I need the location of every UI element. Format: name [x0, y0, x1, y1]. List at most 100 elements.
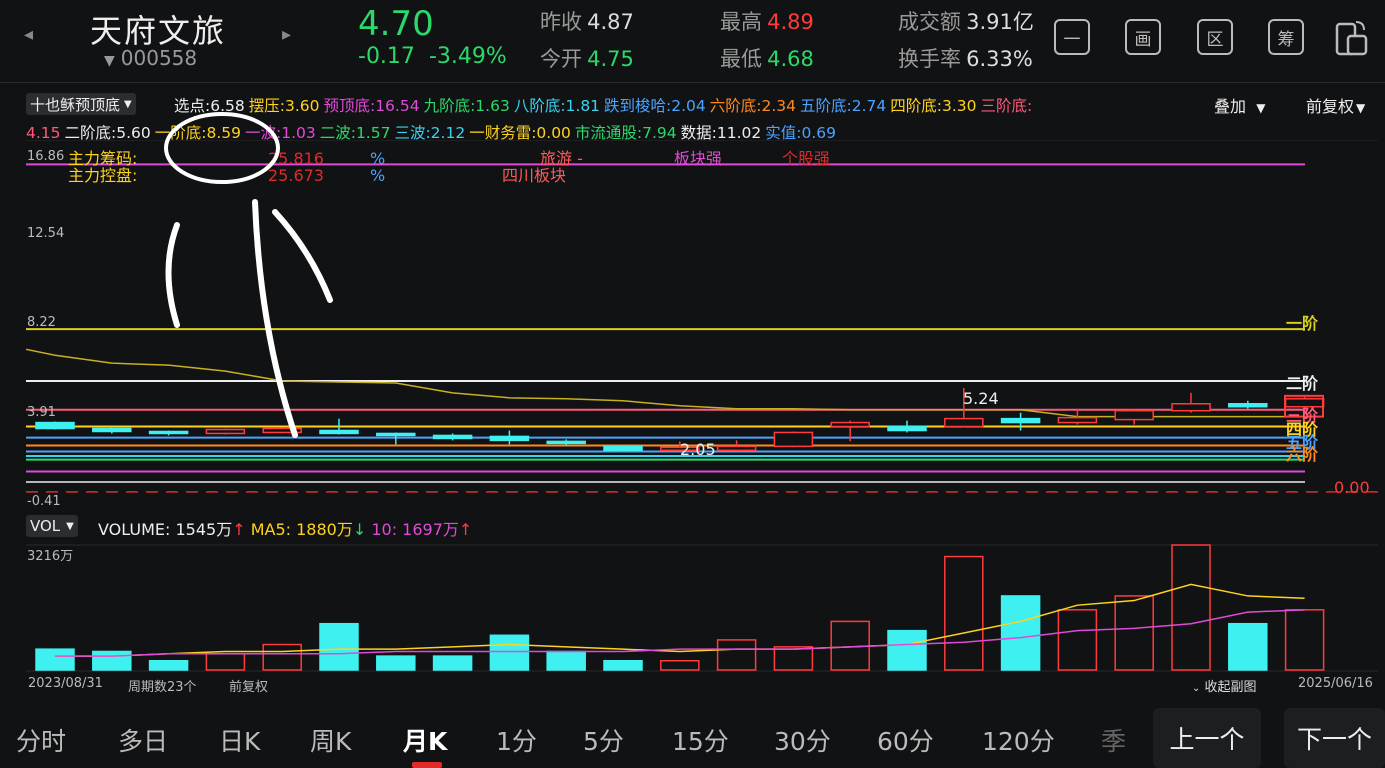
overlay-dropdown[interactable]: 叠加 ▼: [1214, 93, 1265, 117]
level-label-1: 一阶: [1286, 314, 1319, 333]
indicator-selector[interactable]: 十也稣预顶底 ▼: [26, 93, 136, 115]
quote-value: 4.87: [587, 10, 634, 34]
candle-body: [1228, 403, 1268, 408]
tab-7[interactable]: 15分: [672, 722, 729, 758]
zero-line-value: 0.00: [1334, 478, 1370, 497]
volume-bar: [319, 622, 359, 671]
volume-bar: [1057, 609, 1098, 671]
caret-down-icon: ▼: [66, 520, 74, 532]
candle-body: [1171, 403, 1211, 412]
caret-down-icon: ▼: [124, 98, 132, 110]
chip-dist-button[interactable]: 筹: [1268, 19, 1304, 55]
range-stat-button[interactable]: 区: [1197, 19, 1233, 55]
hand-drawn-annotation: [164, 112, 333, 438]
y-tick: 12.54: [27, 226, 65, 241]
candle-body: [546, 440, 586, 445]
next-stock-arrow-icon[interactable]: ▸: [282, 24, 291, 45]
volume-bar: [205, 653, 246, 671]
volume-bar: [546, 650, 586, 671]
start-date: 2023/08/31: [28, 676, 103, 691]
volume-bar: [432, 655, 473, 671]
quote-prev-close: 昨收 4.87: [540, 6, 634, 36]
indicator-value: 五阶底:2.74: [800, 97, 887, 115]
stock-code-text: 000558: [120, 46, 198, 70]
volume-bar: [262, 643, 302, 671]
volume-bar: [944, 555, 984, 671]
quote-label: 今开: [540, 47, 582, 71]
adjust-dropdown[interactable]: 前复权 ▼: [1306, 93, 1365, 117]
tab-5[interactable]: 1分: [496, 722, 537, 758]
volume-bar: [92, 650, 132, 671]
caret-down-icon: ▼: [1356, 101, 1366, 115]
header-divider: [0, 82, 1385, 83]
quote-high: 最高 4.89: [720, 6, 814, 36]
tab-3[interactable]: 周K: [310, 722, 351, 758]
tab-4[interactable]: 月K: [403, 722, 447, 758]
quote-label: 最高: [720, 10, 762, 34]
candle-body: [603, 445, 643, 452]
quote-value: 4.68: [767, 47, 814, 71]
quote-turnover: 换手率 6.33%: [898, 43, 1033, 73]
indicator-value: 九阶底:1.63: [423, 97, 510, 115]
candle-body: [944, 417, 984, 428]
y-tick: -0.41: [27, 494, 61, 509]
volume-chart[interactable]: [0, 540, 1385, 675]
quote-label: 昨收: [540, 10, 582, 34]
quote-value: 4.89: [767, 10, 814, 34]
indicator-value: 三阶底:: [980, 97, 1033, 115]
caret-down-icon: ▼: [1256, 101, 1266, 115]
draw-tool-button[interactable]: 画: [1125, 19, 1161, 55]
ma5-value: MA5: 1880万: [250, 520, 353, 539]
y-tick: 3.91: [27, 405, 56, 420]
candle-body: [92, 427, 132, 433]
percent-sign: %: [370, 149, 386, 168]
candle-body: [1057, 416, 1098, 424]
tab-8[interactable]: 30分: [774, 722, 831, 758]
prev-stock-arrow-icon[interactable]: ◂: [24, 24, 33, 45]
quote-label: 换手率: [898, 47, 961, 71]
volume-bar: [148, 659, 189, 671]
volume-bar: [489, 634, 530, 671]
arrow-down-icon: ↓: [352, 520, 367, 539]
candle-body: [716, 445, 757, 452]
quote-value: 6.33%: [966, 47, 1033, 71]
tab-0[interactable]: 分时: [16, 722, 66, 758]
next-stock-button[interactable]: 下一个: [1284, 708, 1385, 768]
draw-line-button[interactable]: 一: [1054, 19, 1090, 55]
vol-selector[interactable]: VOL ▼: [26, 515, 78, 537]
quote-amount: 成交额 3.91亿: [898, 6, 1034, 36]
candle-body: [887, 425, 927, 432]
volume-bar: [35, 648, 75, 671]
tab-6[interactable]: 5分: [583, 722, 624, 758]
y-tick: 8.22: [27, 315, 56, 330]
tab-9[interactable]: 60分: [877, 722, 934, 758]
rotate-screen-icon[interactable]: [1334, 18, 1368, 58]
tab-10[interactable]: 120分: [982, 722, 1055, 758]
overlay-label: 叠加: [1214, 97, 1247, 116]
high-price-mark: 5.24: [963, 389, 999, 408]
volume-bar: [376, 655, 416, 671]
candle-body: [376, 432, 416, 437]
stock-strong-label: 个股强: [782, 149, 831, 168]
volume-value: VOLUME: 1545万: [98, 520, 233, 539]
tab-11[interactable]: 季: [1101, 722, 1126, 758]
collapse-subchart-button[interactable]: ⌄ 收起副图: [1192, 676, 1257, 695]
volume-values: VOLUME: 1545万↑ MA5: 1880万↓ 10: 1697万↑: [98, 516, 472, 540]
volume-bar: [1228, 622, 1268, 671]
collapse-label: 收起副图: [1204, 680, 1257, 695]
volume-bar: [773, 646, 814, 671]
change-value: -0.17: [358, 44, 415, 69]
volume-bar: [660, 659, 700, 671]
prev-stock-button[interactable]: 上一个: [1153, 708, 1261, 768]
low-price-mark: 2.05: [680, 440, 716, 459]
tab-1[interactable]: 多日: [118, 722, 168, 758]
y-tick: 16.86: [27, 149, 65, 164]
quote-low: 最低 4.68: [720, 43, 814, 73]
volume-bar: [716, 639, 757, 671]
candle-body: [1000, 417, 1041, 424]
tab-2[interactable]: 日K: [219, 722, 260, 758]
indicator-selector-label: 十也稣预顶底: [30, 95, 121, 114]
level-label-2: 二阶: [1286, 374, 1319, 393]
quote-label: 最低: [720, 47, 762, 71]
indicator-value: 八阶底:1.81: [513, 97, 601, 115]
